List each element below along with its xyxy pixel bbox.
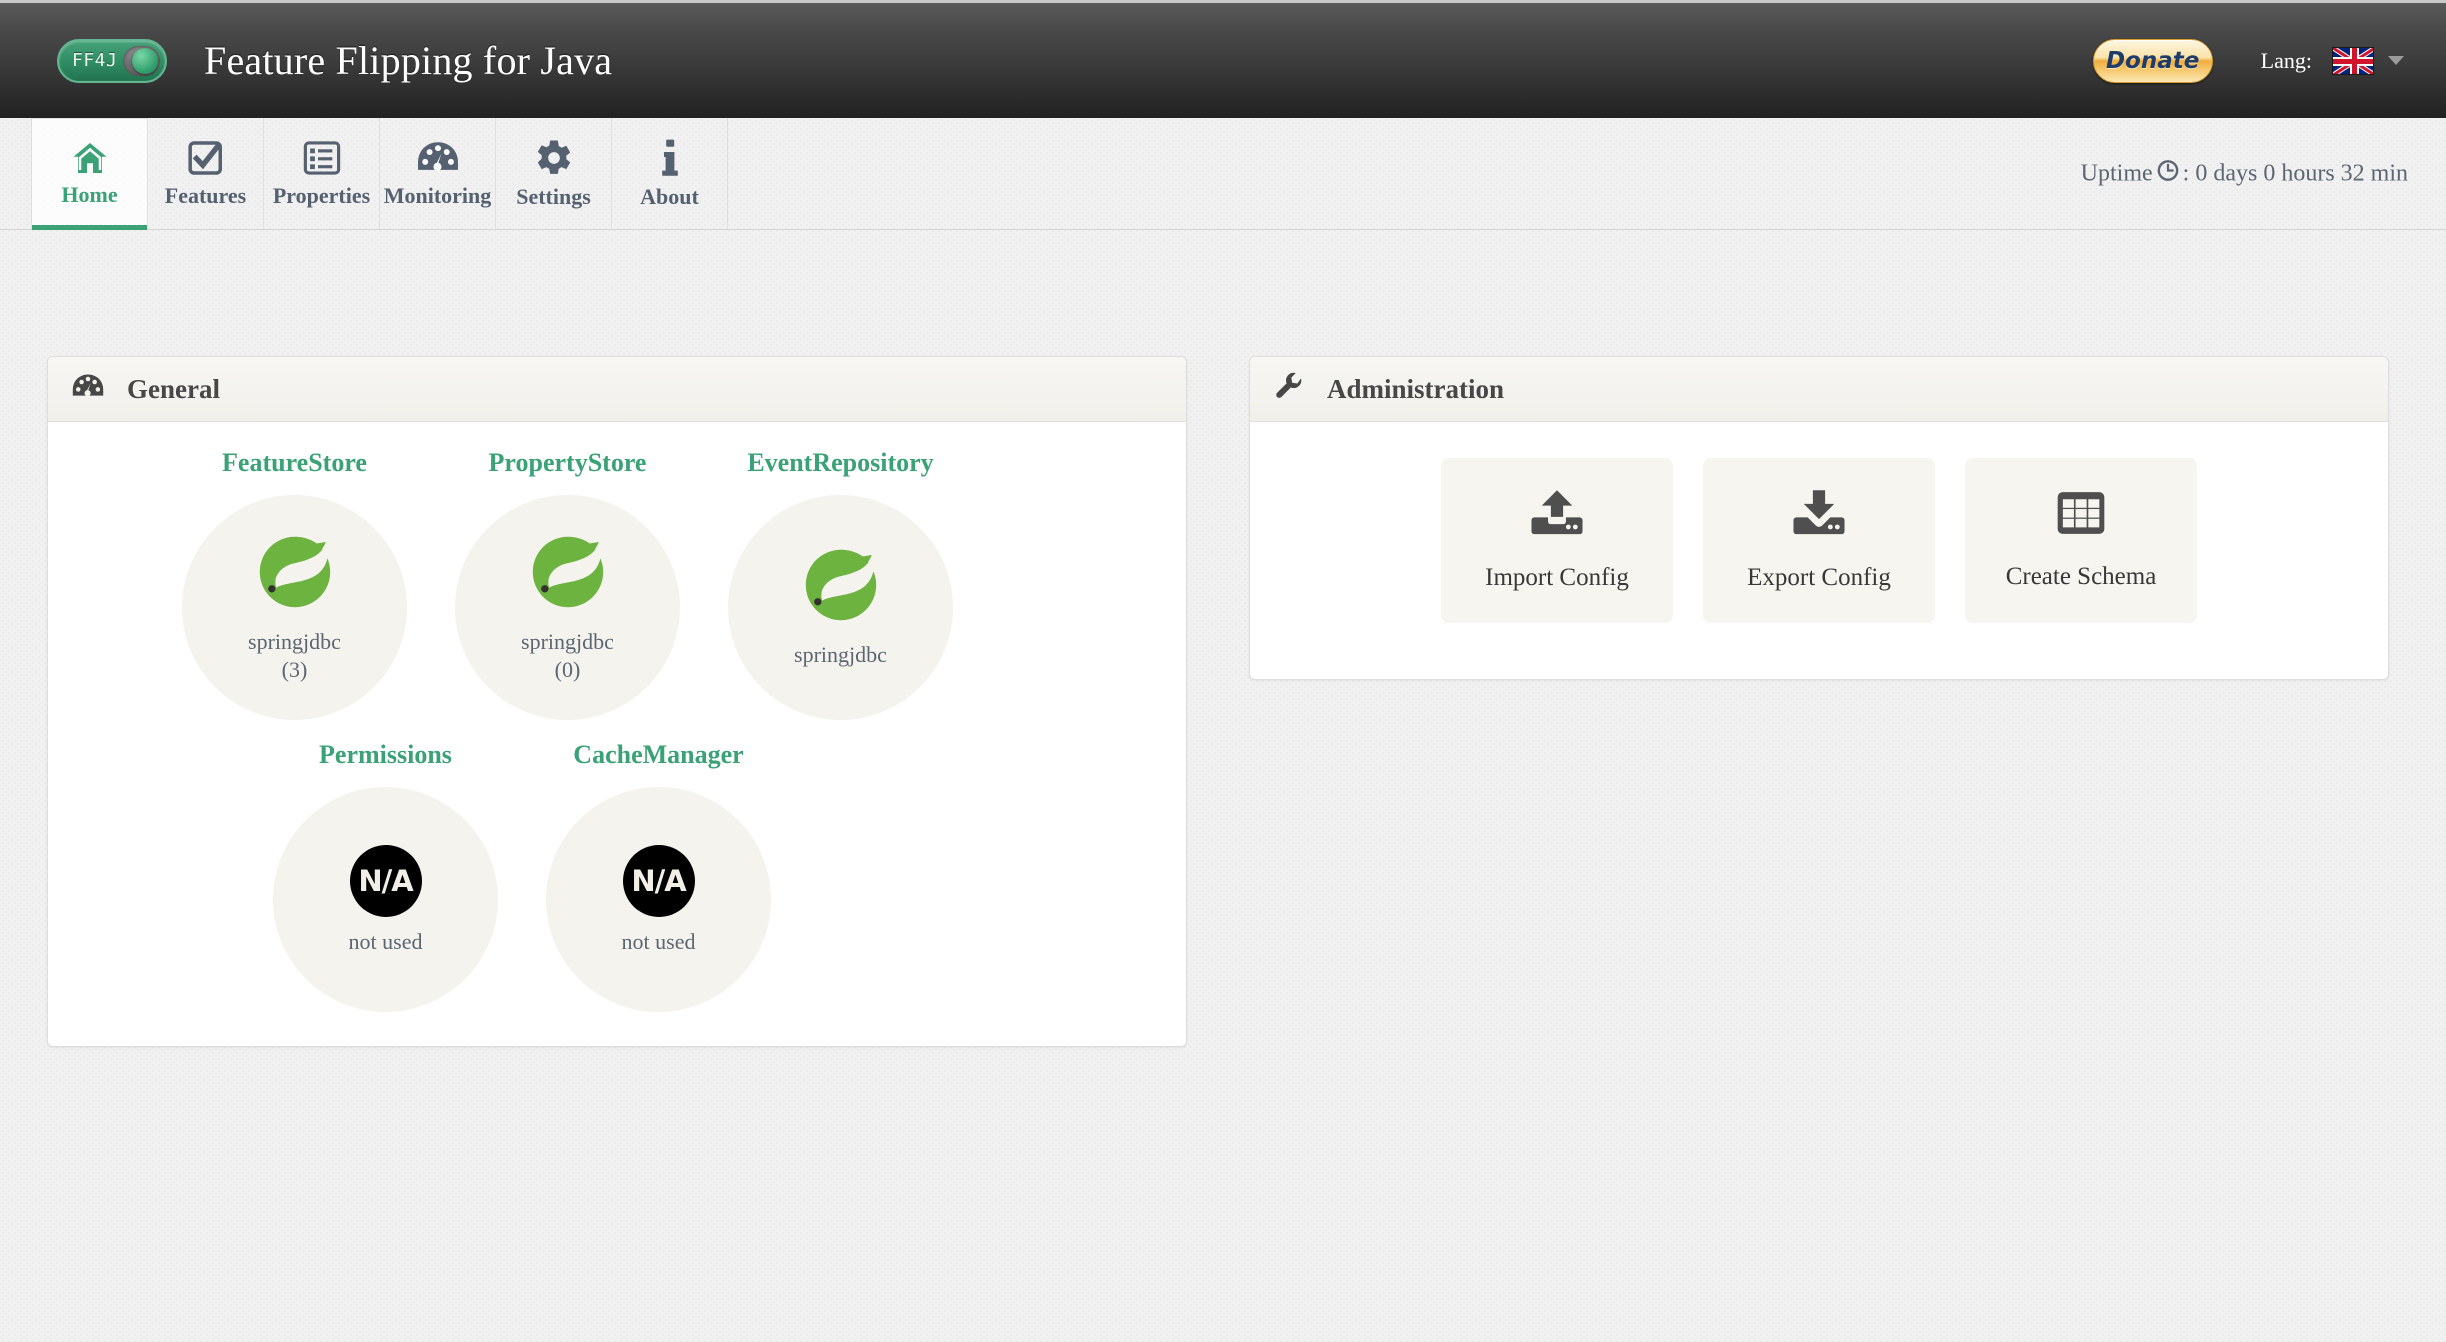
check-square-icon xyxy=(187,139,225,177)
general-panel-title: General xyxy=(127,373,220,404)
spring-leaf-icon xyxy=(801,545,881,630)
administration-panel-header: Administration xyxy=(1250,357,2388,422)
toggle-switch-icon xyxy=(123,45,160,76)
export-config-button[interactable]: Export Config xyxy=(1703,458,1935,623)
download-icon xyxy=(1792,489,1846,542)
store-permissions: Permissions N/A not used xyxy=(253,740,518,1012)
uk-flag-icon[interactable] xyxy=(2332,46,2374,75)
gear-icon xyxy=(534,138,574,178)
nav-item-features[interactable]: Features xyxy=(147,118,264,229)
ff4j-logo-label: FF4J xyxy=(72,50,118,71)
admin-button-label: Export Config xyxy=(1747,564,1891,591)
store-count: (3) xyxy=(281,657,308,682)
nav-item-properties[interactable]: Properties xyxy=(263,118,380,229)
table-grid-icon xyxy=(2056,490,2106,541)
store-impl: not used xyxy=(348,928,423,954)
administration-actions: Import Config Export Config Create Schem… xyxy=(1272,448,2366,645)
language-label: Lang: xyxy=(2260,47,2312,73)
wrench-icon xyxy=(1274,372,1304,407)
store-row-secondary: Permissions N/A not used CacheManager N/… xyxy=(70,740,1164,1012)
store-circle[interactable]: springjdbc xyxy=(728,495,953,720)
uptime-status: Uptime : 0 days 0 hours 32 min xyxy=(2081,159,2408,188)
uptime-label: Uptime xyxy=(2080,160,2153,186)
store-circle[interactable]: N/A not used xyxy=(546,787,771,1012)
donate-button[interactable]: Donate xyxy=(2092,38,2213,83)
nav-item-label: Features xyxy=(164,182,247,208)
spring-leaf-icon xyxy=(528,532,608,617)
admin-button-label: Import Config xyxy=(1485,564,1629,591)
store-circle[interactable]: springjdbc (3) xyxy=(182,495,407,720)
store-eventrepository: EventRepository springjdbc xyxy=(708,448,973,720)
store-circle[interactable]: N/A not used xyxy=(273,787,498,1012)
general-panel: General FeatureStore springjdbc (3) Prop… xyxy=(47,356,1187,1047)
store-row-primary: FeatureStore springjdbc (3) PropertyStor… xyxy=(70,448,1164,720)
donate-button-label: Donate xyxy=(2105,47,2200,74)
general-panel-header: General xyxy=(48,357,1186,422)
nav-item-label: Home xyxy=(61,182,118,207)
app-header: FF4J Feature Flipping for Java Donate La… xyxy=(0,0,2446,118)
nav-item-about[interactable]: About xyxy=(611,118,728,229)
store-name: FeatureStore xyxy=(222,448,367,477)
administration-panel: Administration Import Config Export Conf… xyxy=(1249,356,2389,680)
store-featurestore: FeatureStore springjdbc (3) xyxy=(162,448,427,720)
store-name: CacheManager xyxy=(573,740,744,769)
page-title: Feature Flipping for Java xyxy=(204,38,613,83)
dashboard-content: General FeatureStore springjdbc (3) Prop… xyxy=(0,230,2446,1047)
nav-item-monitoring[interactable]: Monitoring xyxy=(379,118,496,229)
store-impl: springjdbc xyxy=(248,629,341,654)
nav-item-label: Settings xyxy=(516,183,591,209)
store-name: PropertyStore xyxy=(488,448,647,477)
header-right-group: Donate Lang: xyxy=(2092,3,2404,118)
store-cachemanager: CacheManager N/A not used xyxy=(526,740,791,1012)
import-config-button[interactable]: Import Config xyxy=(1441,458,1673,623)
admin-button-label: Create Schema xyxy=(2005,563,2157,590)
toggle-knob xyxy=(132,47,158,74)
administration-panel-title: Administration xyxy=(1327,373,1505,404)
main-navigation: Home Features Properties Monitoring Sett… xyxy=(0,118,2446,230)
store-propertystore: PropertyStore springjdbc (0) xyxy=(435,448,700,720)
store-count: (0) xyxy=(554,657,581,682)
nav-item-label: Monitoring xyxy=(383,182,492,208)
administration-panel-body: Import Config Export Config Create Schem… xyxy=(1250,422,2388,679)
store-name: EventRepository xyxy=(747,448,934,477)
upload-icon xyxy=(1530,489,1584,542)
clock-icon xyxy=(2157,159,2179,188)
store-impl: springjdbc xyxy=(521,629,614,654)
store-circle[interactable]: springjdbc (0) xyxy=(455,495,680,720)
spring-leaf-icon xyxy=(255,532,335,617)
general-panel-body: FeatureStore springjdbc (3) PropertyStor… xyxy=(48,422,1186,1046)
ff4j-logo[interactable]: FF4J xyxy=(57,38,167,83)
info-icon xyxy=(658,138,682,178)
na-icon: N/A xyxy=(349,844,422,917)
store-impl: springjdbc xyxy=(794,642,887,667)
store-name: Permissions xyxy=(319,740,452,769)
gauge-icon xyxy=(417,139,459,177)
gauge-icon xyxy=(72,372,104,406)
store-impl: not used xyxy=(621,928,696,954)
create-schema-button[interactable]: Create Schema xyxy=(1965,458,2197,623)
list-icon xyxy=(303,139,341,177)
nav-item-settings[interactable]: Settings xyxy=(495,118,612,229)
na-icon: N/A xyxy=(622,844,695,917)
chevron-down-icon[interactable] xyxy=(2388,56,2404,65)
nav-item-label: Properties xyxy=(272,182,371,208)
uptime-value: : 0 days 0 hours 32 min xyxy=(2182,160,2408,186)
home-icon xyxy=(69,140,111,176)
nav-item-label: About xyxy=(640,183,699,209)
nav-item-home[interactable]: Home xyxy=(31,118,148,230)
